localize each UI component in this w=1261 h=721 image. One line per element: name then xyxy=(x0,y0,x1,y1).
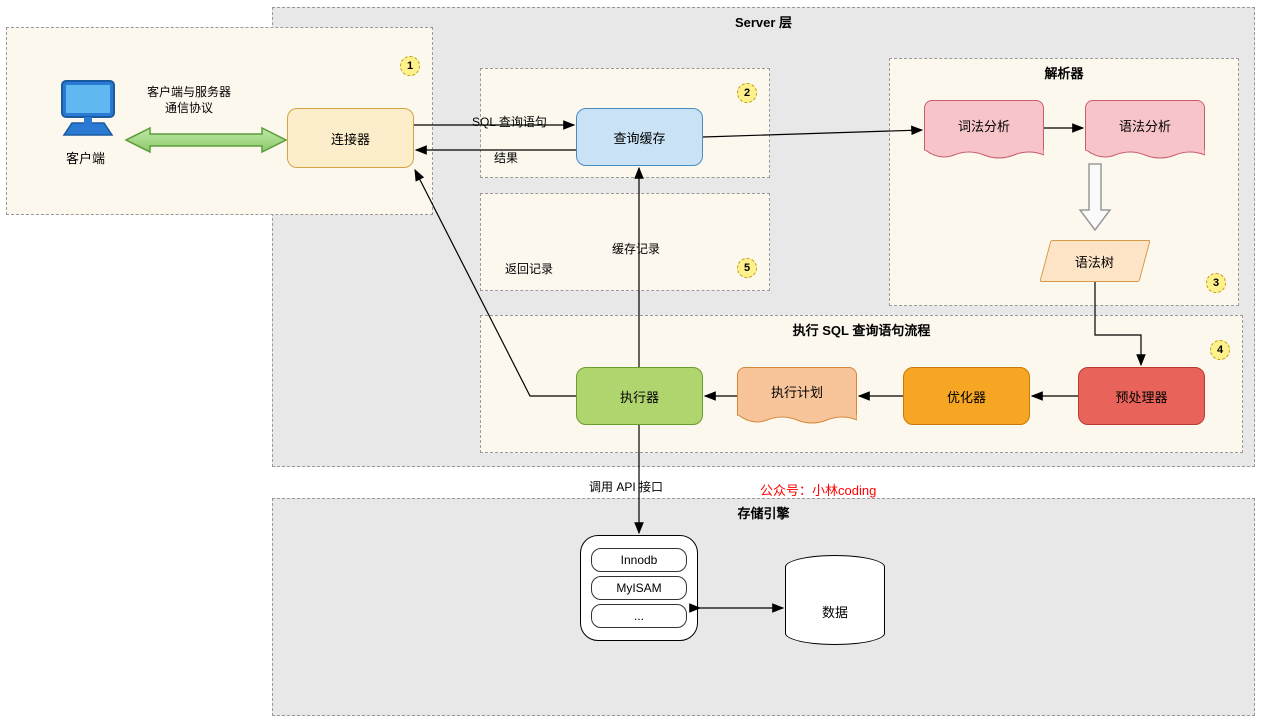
engines-box: Innodb MyISAM ... xyxy=(580,535,698,641)
syntax-box: 语法分析 xyxy=(1085,100,1205,162)
cache-record-label: 缓存记录 xyxy=(612,240,660,257)
syntax-text: 语法分析 xyxy=(1119,116,1171,135)
monitor-icon xyxy=(54,75,122,143)
protocol-label-1: 客户端与服务器 xyxy=(129,83,249,100)
engine-etc: ... xyxy=(591,604,687,628)
engine-innodb: Innodb xyxy=(591,548,687,572)
credit-label: 公众号：小林coding xyxy=(760,480,876,499)
syntax-tree-box: 语法树 xyxy=(1039,240,1150,282)
badge-1: 1 xyxy=(400,56,420,76)
client-label: 客户端 xyxy=(66,148,105,167)
preprocessor-text: 预处理器 xyxy=(1115,387,1167,406)
engine-myisam: MyISAM xyxy=(591,576,687,600)
optimizer-text: 优化器 xyxy=(947,387,986,406)
badge-3: 3 xyxy=(1206,273,1226,293)
badge-2: 2 xyxy=(737,83,757,103)
connector-text: 连接器 xyxy=(331,129,370,148)
return-record-label: 返回记录 xyxy=(505,260,553,277)
executor-text: 执行器 xyxy=(620,387,659,406)
executor-box: 执行器 xyxy=(576,367,703,425)
result-label: 结果 xyxy=(494,149,518,166)
exec-plan-box: 执行计划 xyxy=(737,367,857,427)
api-call-label: 调用 API 接口 xyxy=(589,478,663,495)
lexical-text: 词法分析 xyxy=(958,116,1010,135)
optimizer-box: 优化器 xyxy=(903,367,1030,425)
lexical-box: 词法分析 xyxy=(924,100,1044,162)
connector-box: 连接器 xyxy=(287,108,414,168)
preprocessor-box: 预处理器 xyxy=(1078,367,1205,425)
badge-4: 4 xyxy=(1210,340,1230,360)
storage-engine-group: 存储引擎 xyxy=(272,498,1255,716)
protocol-label-2: 通信协议 xyxy=(129,99,249,116)
data-text: 数据 xyxy=(822,602,848,621)
query-cache-text: 查询缓存 xyxy=(613,128,665,147)
exec-flow-label: 执行 SQL 查询语句流程 xyxy=(481,320,1242,339)
query-cache-box: 查询缓存 xyxy=(576,108,703,166)
badge-5: 5 xyxy=(737,258,757,278)
parser-group-label: 解析器 xyxy=(890,63,1238,82)
storage-engine-label: 存储引擎 xyxy=(273,503,1254,522)
data-cylinder: 数据 xyxy=(785,555,885,645)
syntax-tree-text: 语法树 xyxy=(1075,252,1114,271)
diagram-container: Server 层 存储引擎 1 客户端 连接器 客户端与服务器 通信协议 2 查… xyxy=(0,0,1261,721)
sql-query-label: SQL 查询语句 xyxy=(472,113,547,130)
exec-plan-text: 执行计划 xyxy=(771,382,823,401)
